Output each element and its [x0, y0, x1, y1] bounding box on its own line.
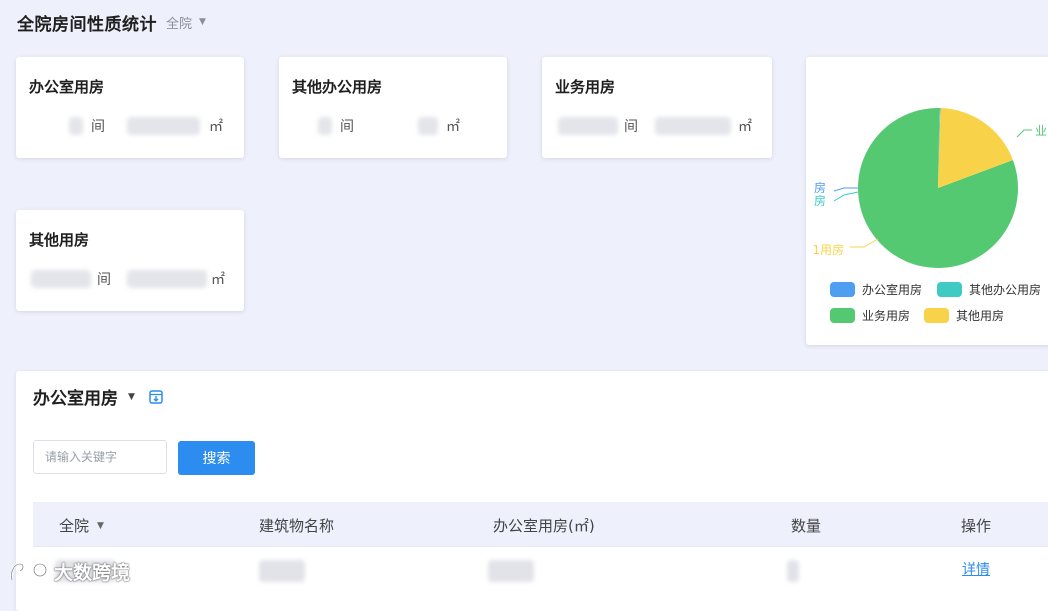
export-icon[interactable] [148, 389, 164, 405]
card-title: 业务用房 [555, 78, 616, 96]
panel-header: 办公室用房 ▼ [33, 384, 164, 409]
stat-card-office: 办公室用房 间 ㎡ [16, 57, 244, 158]
area-value-redacted [127, 270, 207, 288]
search-input[interactable] [33, 440, 167, 474]
pie-label: 房 [814, 180, 826, 195]
pie-label-line [833, 191, 859, 202]
card-values: 间 ㎡ [542, 115, 772, 137]
panel-title: 办公室用房 [33, 389, 118, 409]
area-value-redacted [418, 117, 438, 135]
card-title: 其他用房 [29, 231, 90, 249]
watermark: 大数跨境 [8, 558, 130, 585]
stat-card-other: 其他用房 间 ㎡ [16, 210, 244, 311]
detail-panel: 办公室用房 ▼ 搜索 全院 ▼ 建筑物名称 办公室用房(㎡) 数量 操作 [16, 371, 1048, 611]
count-value-redacted [69, 117, 83, 135]
scope-dropdown[interactable]: 全院 ▼ [166, 13, 206, 32]
card-values: 间 ㎡ [279, 115, 507, 137]
cell-count-redacted [787, 560, 799, 582]
count-unit: 间 [340, 119, 354, 135]
legend-swatch [924, 308, 949, 323]
column-building-name: 建筑物名称 [259, 515, 334, 536]
pie-chart-card: 业房房 1用房 办公室用房 其他办公用房 业务用房 其他用房 [806, 57, 1048, 345]
watermark-text: 大数跨境 [54, 562, 131, 584]
area-unit: ㎡ [209, 119, 223, 135]
area-unit: ㎡ [211, 272, 225, 288]
search-button[interactable]: 搜索 [178, 441, 255, 475]
legend-swatch [830, 308, 855, 323]
pie-label: 1用房 [812, 242, 844, 257]
chevron-down-icon[interactable]: ▼ [128, 392, 135, 402]
card-values: 间 ㎡ [16, 268, 244, 290]
header: 全院房间性质统计 全院 ▼ [17, 9, 206, 35]
count-unit: 间 [97, 272, 111, 288]
detail-link[interactable]: 详情 [962, 559, 990, 579]
column-label: 数量 [791, 517, 822, 535]
legend-label: 其他用房 [956, 309, 1005, 323]
legend-label: 办公室用房 [862, 283, 923, 297]
pie-label: 业 [1035, 124, 1047, 138]
legend-item[interactable]: 其他办公用房 [937, 281, 1041, 298]
pie-chart: 业房房 1用房 [812, 108, 1047, 268]
column-actions: 操作 [961, 515, 991, 536]
pie-label-line [850, 238, 879, 248]
pie-label: 房 [814, 193, 826, 208]
cell-building-redacted [259, 560, 305, 582]
page-title: 全院房间性质统计 [17, 14, 157, 35]
legend-label: 业务用房 [862, 309, 911, 323]
chevron-down-icon: ▼ [199, 17, 206, 27]
stat-card-other-office: 其他办公用房 间 ㎡ [279, 57, 507, 158]
count-unit: 间 [624, 119, 638, 135]
column-label: 操作 [961, 517, 992, 535]
area-value-redacted [655, 117, 731, 135]
pie-label-line [833, 187, 858, 192]
legend-swatch [937, 282, 962, 297]
count-value-redacted [318, 117, 332, 135]
scope-label: 全院 [166, 16, 193, 32]
stat-card-business: 业务用房 间 ㎡ [542, 57, 772, 158]
column-label: 全院 [59, 517, 90, 535]
card-values: 间 ㎡ [16, 115, 244, 137]
cell-area-redacted [488, 560, 534, 582]
area-unit: ㎡ [446, 119, 460, 135]
legend-swatch [830, 282, 855, 297]
legend-item[interactable]: 办公室用房 [830, 281, 922, 298]
watermark-logo [10, 562, 48, 581]
legend-label: 其他办公用房 [969, 283, 1042, 297]
table-header: 全院 ▼ 建筑物名称 办公室用房(㎡) 数量 操作 [33, 502, 1048, 546]
card-title: 办公室用房 [29, 78, 105, 96]
area-value-redacted [127, 117, 200, 135]
pie-label-line [1016, 129, 1032, 138]
chevron-down-icon: ▼ [97, 520, 104, 531]
legend-item[interactable]: 业务用房 [830, 307, 910, 324]
count-value-redacted [31, 270, 91, 288]
column-count: 数量 [791, 515, 821, 536]
table-row: 详情 [33, 546, 1048, 592]
column-label: 办公室用房(㎡) [493, 517, 595, 535]
count-value-redacted [558, 117, 618, 135]
column-label: 建筑物名称 [259, 517, 335, 535]
area-unit: ㎡ [738, 119, 752, 135]
column-office-area: 办公室用房(㎡) [493, 515, 595, 536]
legend-item[interactable]: 其他用房 [924, 307, 1004, 324]
card-title: 其他办公用房 [292, 78, 383, 96]
column-scope-filter[interactable]: 全院 ▼ [59, 515, 104, 536]
count-unit: 间 [91, 119, 105, 135]
